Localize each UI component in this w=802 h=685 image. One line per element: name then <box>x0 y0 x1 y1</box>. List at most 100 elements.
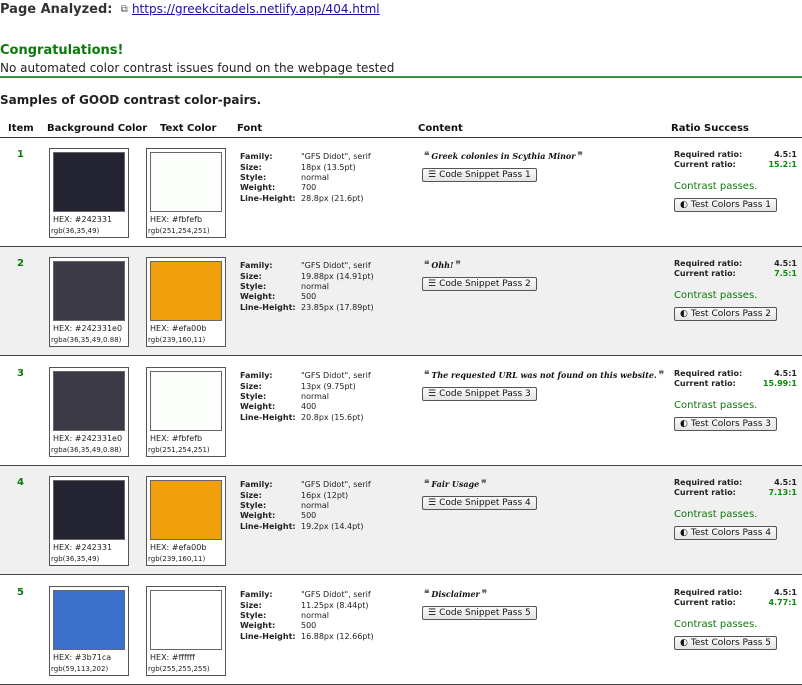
text-hex: HEX: #ffffff <box>150 653 196 662</box>
page-analyzed-label: Page Analyzed: <box>0 2 113 17</box>
content-sample: ❝ Fair Usage ❞ <box>422 479 489 490</box>
col-header-ratio: Ratio Success <box>671 123 749 134</box>
background-hex: HEX: #242331 <box>53 543 113 552</box>
table-row: 5 HEX: #3b71ca rgb(59,113,202) HEX: #fff… <box>0 576 802 685</box>
contrast-icon: ◐ <box>680 309 688 319</box>
close-quote-icon: ❞ <box>658 370 665 381</box>
code-icon: ☰ <box>428 170 437 180</box>
current-ratio-label: Current ratio: <box>674 160 736 169</box>
text-hex: HEX: #efa00b <box>150 324 207 333</box>
line-height-label: Line-Height: <box>240 413 296 422</box>
col-header-item: Item <box>8 123 34 134</box>
background-hex: HEX: #242331 <box>53 215 113 224</box>
line-height-label: Line-Height: <box>240 303 296 312</box>
current-ratio-value: 4.77:1 <box>768 598 797 607</box>
text-rgb: rgb(239,160,11) <box>148 336 206 344</box>
style-value: normal <box>301 282 330 291</box>
background-swatch <box>53 261 125 321</box>
content-text: Disclaimer <box>431 589 480 599</box>
required-ratio-value: 4.5:1 <box>774 259 797 268</box>
line-height-value: 20.8px (15.6pt) <box>301 413 364 422</box>
congrats-text: No automated color contrast issues found… <box>0 61 395 75</box>
test-colors-button[interactable]: ◐ Test Colors Pass 1 <box>674 198 777 212</box>
required-ratio-value: 4.5:1 <box>774 369 797 378</box>
code-snippet-label: Code Snippet Pass 5 <box>439 608 531 618</box>
current-ratio-value: 15.2:1 <box>768 160 797 169</box>
current-ratio-label: Current ratio: <box>674 598 736 607</box>
required-ratio-label: Required ratio: <box>674 478 743 487</box>
text-rgb: rgb(251,254,251) <box>148 446 210 454</box>
table-row: 1 HEX: #242331 rgb(36,35,49) HEX: #fbfef… <box>0 138 802 247</box>
background-rgb: rgb(36,35,49) <box>51 227 100 235</box>
weight-value: 700 <box>301 183 317 192</box>
contrast-icon: ◐ <box>680 419 688 429</box>
col-header-content: Content <box>418 123 463 134</box>
family-label: Family: <box>240 152 273 161</box>
background-swatch <box>53 480 125 540</box>
code-snippet-button[interactable]: ☰ Code Snippet Pass 4 <box>422 496 537 510</box>
size-value: 19.88px (14.91pt) <box>301 272 374 281</box>
line-height-value: 16.88px (12.66pt) <box>301 632 374 641</box>
text-swatch <box>150 261 222 321</box>
open-quote-icon: ❝ <box>424 151 430 162</box>
required-ratio-label: Required ratio: <box>674 259 743 268</box>
col-header-text: Text Color <box>160 123 217 134</box>
text-swatch <box>150 480 222 540</box>
test-colors-button[interactable]: ◐ Test Colors Pass 4 <box>674 526 777 540</box>
text-rgb: rgb(255,255,255) <box>148 665 210 673</box>
text-rgb: rgb(251,254,251) <box>148 227 210 235</box>
code-icon: ☰ <box>428 279 437 289</box>
test-colors-label: Test Colors Pass 3 <box>690 419 771 429</box>
code-snippet-button[interactable]: ☰ Code Snippet Pass 2 <box>422 277 537 291</box>
open-quote-icon: ❝ <box>424 479 430 490</box>
test-colors-label: Test Colors Pass 2 <box>690 309 771 319</box>
test-colors-button[interactable]: ◐ Test Colors Pass 5 <box>674 636 777 650</box>
test-colors-label: Test Colors Pass 4 <box>690 528 771 538</box>
background-rgb: rgb(36,35,49) <box>51 555 100 563</box>
family-label: Family: <box>240 261 273 270</box>
test-colors-button[interactable]: ◐ Test Colors Pass 3 <box>674 417 777 431</box>
required-ratio-label: Required ratio: <box>674 150 743 159</box>
col-header-font: Font <box>237 123 263 134</box>
close-quote-icon: ❞ <box>455 260 461 271</box>
style-label: Style: <box>240 392 267 401</box>
test-colors-button[interactable]: ◐ Test Colors Pass 2 <box>674 307 777 321</box>
weight-label: Weight: <box>240 183 276 192</box>
close-quote-icon: ❞ <box>481 589 488 600</box>
code-snippet-button[interactable]: ☰ Code Snippet Pass 1 <box>422 168 537 182</box>
code-icon: ☰ <box>428 608 437 618</box>
open-quote-icon: ❝ <box>424 589 430 600</box>
content-sample: ❝ The requested URL was not found on this… <box>422 370 666 381</box>
family-value: "GFS Didot", serif <box>301 152 371 161</box>
text-swatch-card: HEX: #efa00b rgb(239,160,11) <box>146 476 226 566</box>
background-rgb: rgba(36,35,49,0.88) <box>51 446 122 454</box>
content-sample: ❝ Ohh! ❞ <box>422 260 463 271</box>
row-number: 5 <box>17 587 24 598</box>
background-swatch-card: HEX: #242331e0 rgba(36,35,49,0.88) <box>49 257 129 347</box>
code-icon: ☰ <box>428 389 437 399</box>
size-value: 13px (9.75pt) <box>301 382 356 391</box>
background-swatch-card: HEX: #242331 rgb(36,35,49) <box>49 476 129 566</box>
contrast-passes-text: Contrast passes. <box>674 619 758 630</box>
code-snippet-button[interactable]: ☰ Code Snippet Pass 5 <box>422 606 537 620</box>
required-ratio-label: Required ratio: <box>674 588 743 597</box>
current-ratio-label: Current ratio: <box>674 269 736 278</box>
style-label: Style: <box>240 611 267 620</box>
code-snippet-button[interactable]: ☰ Code Snippet Pass 3 <box>422 387 537 401</box>
required-ratio-value: 4.5:1 <box>774 478 797 487</box>
current-ratio-value: 7.5:1 <box>774 269 797 278</box>
size-value: 18px (13.5pt) <box>301 163 356 172</box>
congrats-title: Congratulations! <box>0 43 124 58</box>
content-text: Greek colonies in Scythia Minor <box>431 151 576 161</box>
background-swatch <box>53 371 125 431</box>
analyzed-url-link[interactable]: https://greekcitadels.netlify.app/404.ht… <box>132 2 380 16</box>
open-quote-icon: ❝ <box>424 370 430 381</box>
current-ratio-label: Current ratio: <box>674 379 736 388</box>
page-analyzed-line: Page Analyzed: ⧉ https://greekcitadels.n… <box>0 2 380 17</box>
text-swatch-card: HEX: #fbfefb rgb(251,254,251) <box>146 148 226 238</box>
weight-label: Weight: <box>240 511 276 520</box>
code-snippet-label: Code Snippet Pass 2 <box>439 279 531 289</box>
code-snippet-label: Code Snippet Pass 4 <box>439 498 531 508</box>
style-label: Style: <box>240 501 267 510</box>
content-text: Fair Usage <box>431 479 480 489</box>
